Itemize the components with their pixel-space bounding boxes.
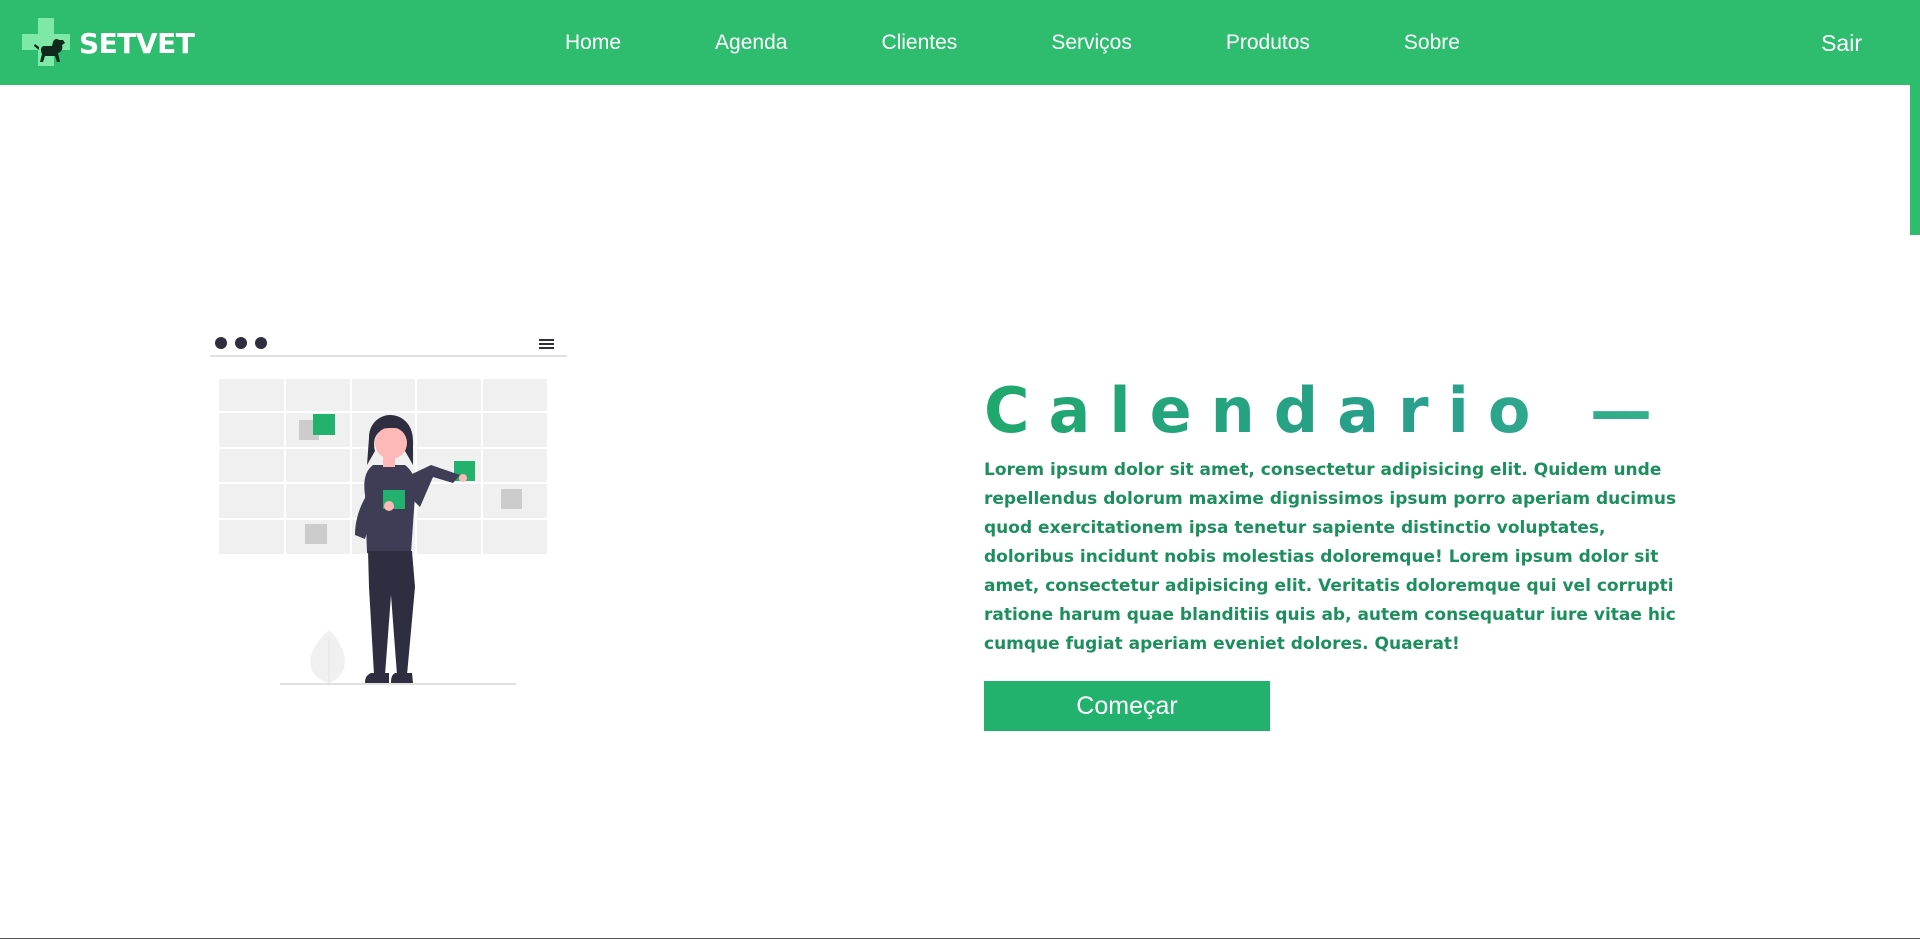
scroll-indicator[interactable]: [1910, 85, 1920, 235]
main-nav: Home Agenda Clientes Serviços Produtos S…: [565, 0, 1554, 85]
cross-with-dog-icon: [22, 18, 70, 66]
plant-icon: [310, 630, 345, 683]
logout-link[interactable]: Sair: [1821, 30, 1862, 57]
top-navbar: SETVET Home Agenda Clientes Serviços Pro…: [0, 0, 1920, 85]
brand-logo[interactable]: SETVET: [22, 18, 195, 68]
nav-link-servicos[interactable]: Serviços: [1051, 31, 1132, 55]
nav-item-home: Home: [565, 31, 715, 55]
start-button[interactable]: Começar: [984, 681, 1270, 731]
nav-link-agenda[interactable]: Agenda: [715, 31, 787, 55]
nav-item-servicos: Serviços: [1051, 31, 1226, 55]
nav-link-sobre[interactable]: Sobre: [1404, 31, 1460, 55]
nav-link-clientes[interactable]: Clientes: [881, 31, 957, 55]
nav-item-agenda: Agenda: [715, 31, 881, 55]
hero-description: Lorem ipsum dolor sit amet, consectetur …: [984, 460, 1677, 654]
hero-section: Calendario — Lorem ipsum dolor sit amet,…: [984, 372, 1704, 659]
nav-link-produtos[interactable]: Produtos: [1226, 31, 1310, 55]
brand-name: SETVET: [79, 26, 195, 60]
hamburger-menu-icon: [539, 339, 554, 349]
calendar-illustration: [210, 337, 567, 685]
nav-item-produtos: Produtos: [1226, 31, 1404, 55]
nav-link-home[interactable]: Home: [565, 31, 621, 55]
nav-item-clientes: Clientes: [881, 31, 1051, 55]
nav-item-sobre: Sobre: [1404, 31, 1554, 55]
page-title: Calendario —: [984, 372, 1704, 450]
window-dots-icon: [215, 337, 267, 349]
